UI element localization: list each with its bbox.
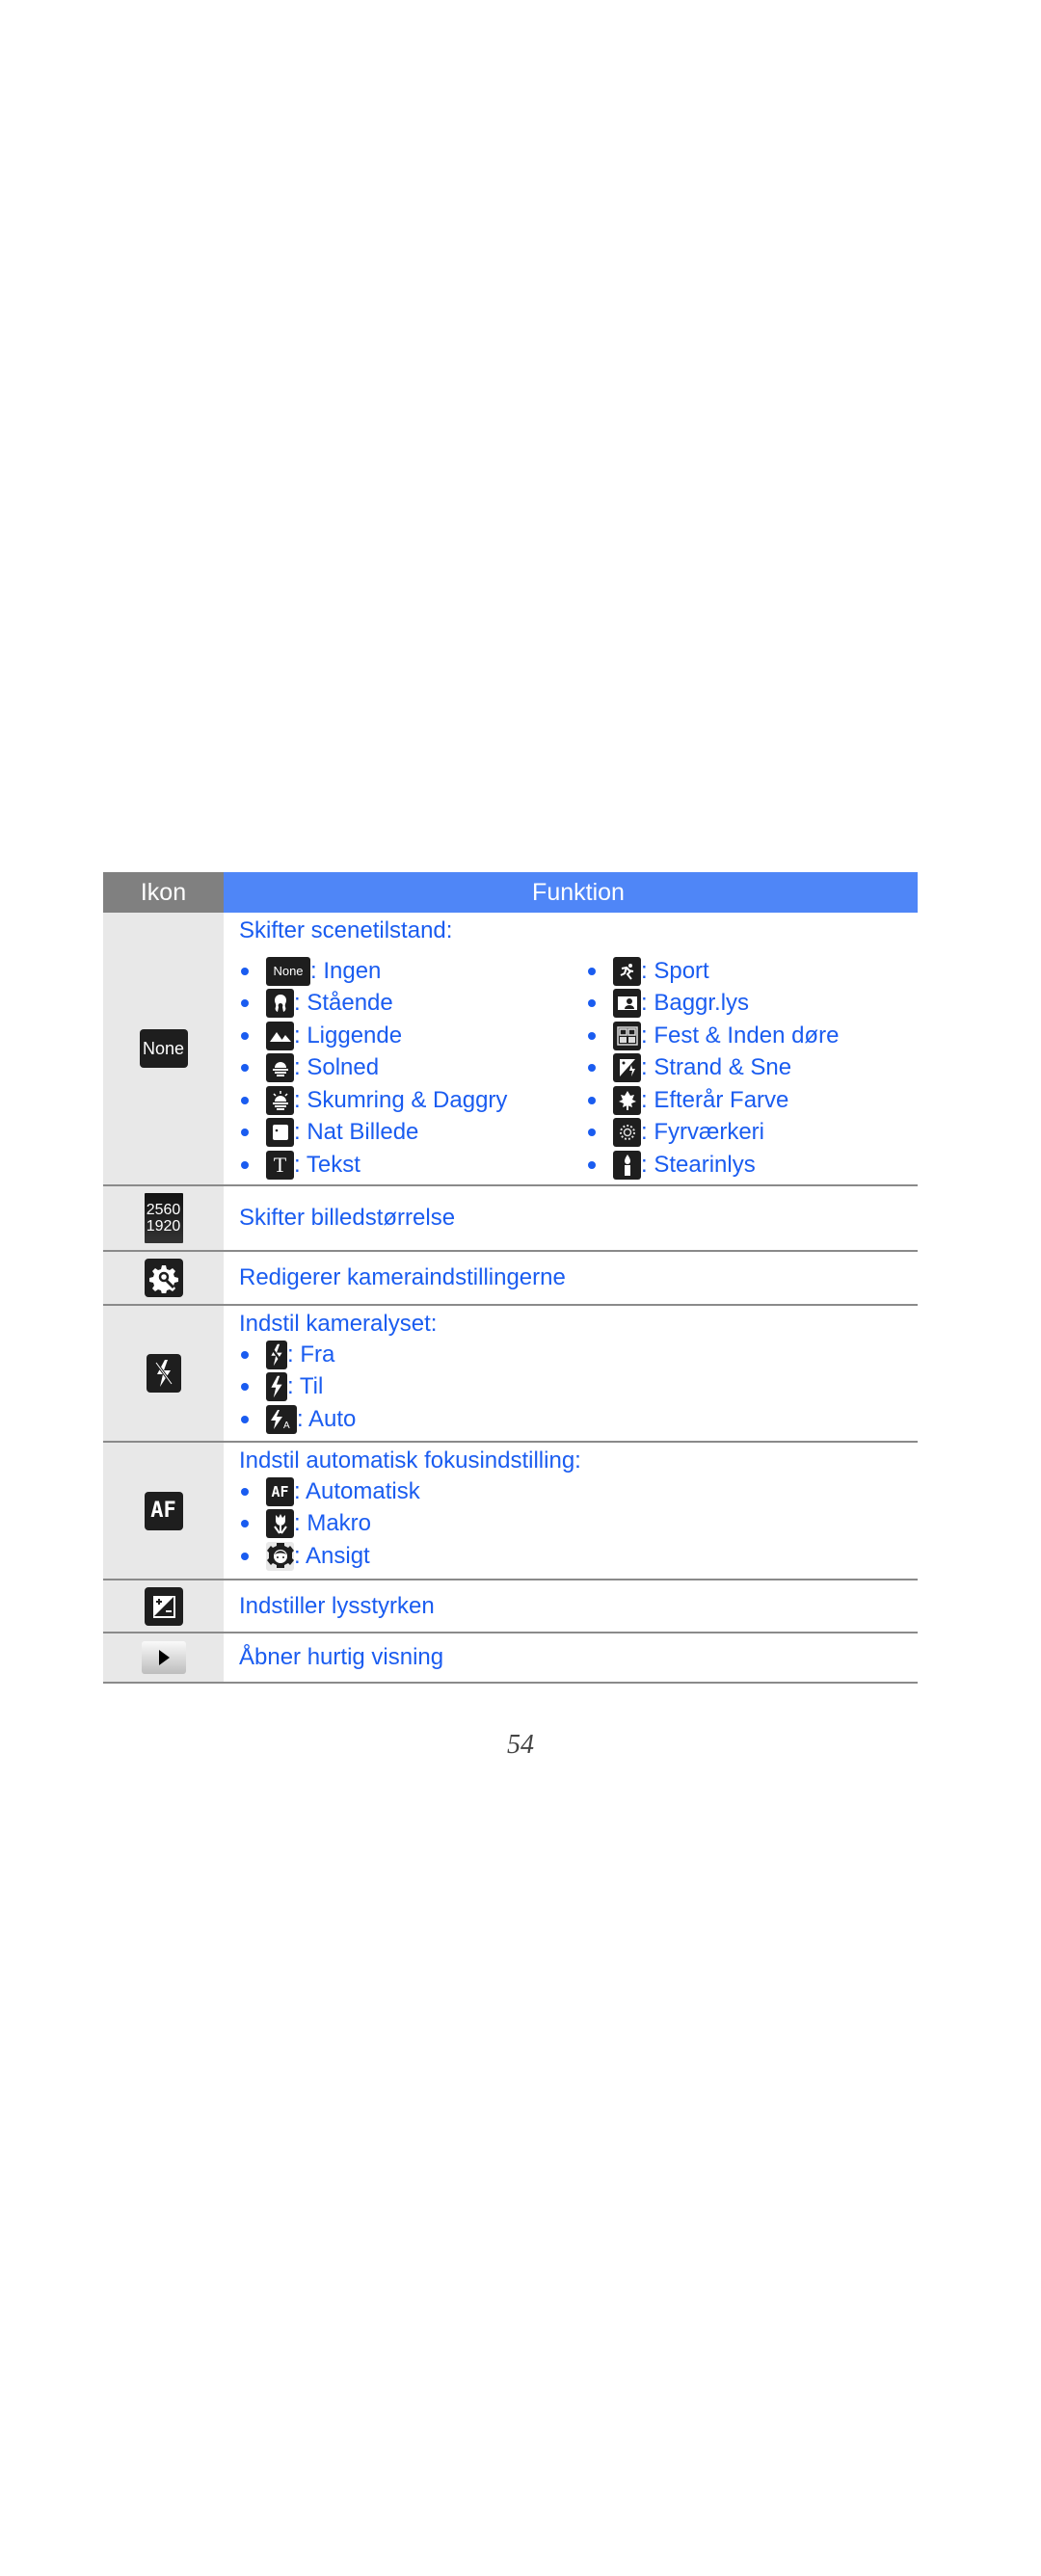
- play-icon[interactable]: [141, 1641, 186, 1674]
- fall-color-icon: [613, 1085, 641, 1115]
- party-indoor-icon: [613, 1021, 641, 1050]
- sunset-icon: [266, 1053, 294, 1083]
- backlight-icon: [613, 989, 641, 1019]
- face-detect-icon: [266, 1541, 294, 1571]
- list-item: : Stående: [239, 988, 586, 1021]
- list-item: : Nat Billede: [239, 1117, 586, 1150]
- exposure-description: Indstiller lysstyrken: [239, 1592, 435, 1619]
- beach-snow-icon: [613, 1053, 641, 1083]
- night-shot-icon: [266, 1118, 294, 1148]
- list-item: AF: Automatisk: [239, 1475, 918, 1508]
- list-item: : Liggende: [239, 1020, 586, 1052]
- table-row-autofocus: AF Indstil automatisk fokusindstilling: …: [103, 1443, 918, 1580]
- table-row-exposure: Indstiller lysstyrken: [103, 1580, 918, 1633]
- dawn-icon: [266, 1085, 294, 1115]
- scene-list-right: : Sport : Baggr.lys : Fest & Inden døre …: [586, 955, 933, 1182]
- settings-description: Redigerer kameraindstillingerne: [239, 1264, 566, 1290]
- list-item: : Fyrværkeri: [586, 1117, 933, 1150]
- flash-auto-icon: A: [266, 1404, 297, 1434]
- autofocus-title: Indstil automatisk fokusindstilling:: [239, 1447, 581, 1474]
- list-item: : Makro: [239, 1508, 918, 1541]
- scene-list-left: None: Ingen : Stående : Liggende : Solne…: [239, 955, 586, 1182]
- list-item: : Stearinlys: [586, 1149, 933, 1182]
- list-item: : Ansigt: [239, 1540, 918, 1573]
- list-item: : Baggr.lys: [586, 988, 933, 1021]
- text-icon: T: [266, 1150, 294, 1180]
- list-item: : Til: [239, 1371, 918, 1404]
- list-item: T: Tekst: [239, 1149, 586, 1182]
- table-row-quick-view: Åbner hurtig visning: [103, 1633, 918, 1684]
- candlelight-icon: [613, 1150, 641, 1180]
- list-item: None: Ingen: [239, 955, 586, 988]
- table-row-settings: Redigerer kameraindstillingerne: [103, 1252, 918, 1306]
- svg-text:A: A: [283, 1421, 290, 1430]
- settings-gear-icon: [144, 1259, 183, 1297]
- table-header: Ikon Funktion: [103, 872, 918, 913]
- list-item: : Efterår Farve: [586, 1084, 933, 1117]
- landscape-icon: [266, 1021, 294, 1050]
- table-row-scene: None Skifter scenetilstand: None: Ingen …: [103, 913, 918, 1186]
- page-number: 54: [507, 1730, 534, 1760]
- list-item: : Sport: [586, 955, 933, 988]
- header-icon-column: Ikon: [103, 872, 224, 913]
- list-item: A: Auto: [239, 1403, 918, 1436]
- list-item: : Solned: [239, 1052, 586, 1085]
- resolution-description: Skifter billedstørrelse: [239, 1205, 456, 1231]
- autofocus-icon: AF: [144, 1491, 183, 1530]
- list-item: : Strand & Sne: [586, 1052, 933, 1085]
- resolution-icon: 2560 1920: [144, 1193, 183, 1243]
- scene-none-icon: None: [266, 956, 310, 986]
- table-row-flash: Indstil kameralyset: : Fra : Til A: Auto: [103, 1306, 918, 1443]
- list-item: : Skumring & Daggry: [239, 1084, 586, 1117]
- macro-icon: [266, 1509, 294, 1539]
- list-item: : Fra: [239, 1339, 918, 1371]
- flash-off-icon: [146, 1354, 181, 1393]
- flash-off-icon: [266, 1340, 287, 1369]
- sport-icon: [613, 956, 641, 986]
- flash-on-icon: [266, 1372, 287, 1402]
- quick-view-description: Åbner hurtig visning: [239, 1644, 444, 1670]
- portrait-icon: [266, 989, 294, 1019]
- autofocus-icon: AF: [266, 1476, 294, 1506]
- header-function-column: Funktion: [224, 872, 918, 913]
- exposure-icon: [144, 1586, 183, 1626]
- fireworks-icon: [613, 1118, 641, 1148]
- table-row-resolution: 2560 1920 Skifter billedstørrelse: [103, 1186, 918, 1252]
- list-item: : Fest & Inden døre: [586, 1020, 933, 1052]
- scene-none-icon: None: [139, 1029, 188, 1068]
- scene-title: Skifter scenetilstand:: [239, 917, 453, 943]
- icon-function-table: Ikon Funktion None Skifter scenetilstand…: [103, 872, 918, 1684]
- flash-title: Indstil kameralyset:: [239, 1311, 438, 1337]
